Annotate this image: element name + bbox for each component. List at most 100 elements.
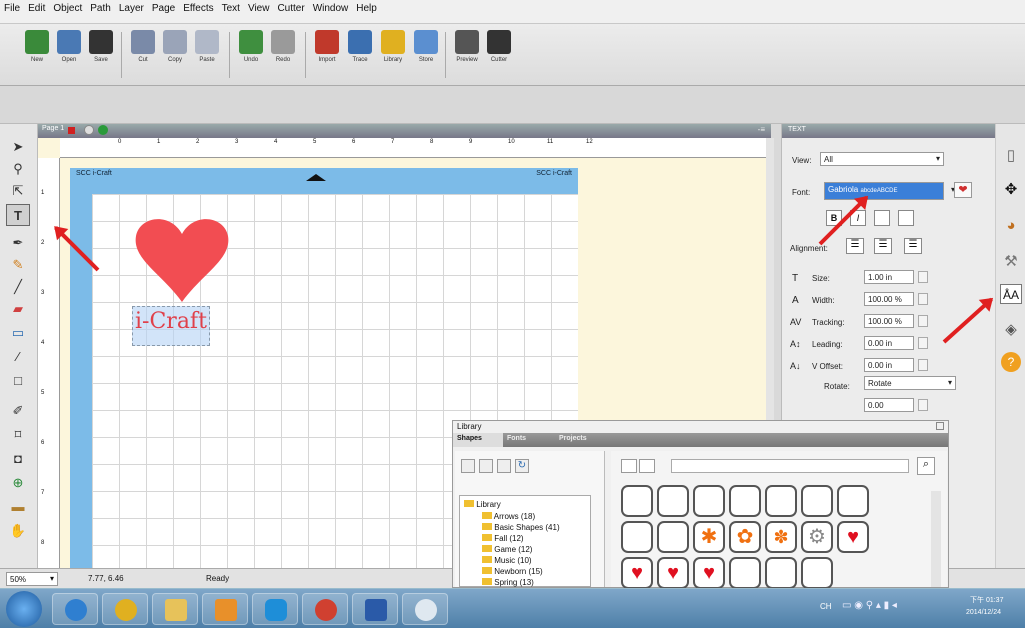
pen-tool-icon[interactable]: ✒ bbox=[6, 232, 30, 254]
select-tool-icon[interactable]: ➤ bbox=[6, 136, 30, 158]
library-search-input[interactable] bbox=[671, 459, 909, 473]
shape-heart-4[interactable]: ♥ bbox=[693, 557, 725, 589]
eyedropper-icon[interactable]: ⁄ bbox=[6, 346, 30, 368]
shape-diamond[interactable] bbox=[621, 521, 653, 553]
shape-arc[interactable] bbox=[621, 485, 653, 517]
shape-gear[interactable]: ⚙ bbox=[801, 521, 833, 553]
shape-lips[interactable] bbox=[729, 557, 761, 589]
weld-tool-icon[interactable]: ◘ bbox=[6, 448, 30, 470]
page-panel-icon[interactable]: ▯ bbox=[1001, 146, 1021, 166]
move-panel-icon[interactable]: ✥ bbox=[1001, 180, 1021, 200]
redo-button[interactable]: Redo bbox=[266, 30, 300, 82]
clock-date[interactable]: 2014/12/24 bbox=[966, 609, 1001, 616]
taskbar-chrome[interactable] bbox=[102, 593, 148, 625]
tree-item-basic-shapes[interactable]: Basic Shapes (41) bbox=[482, 523, 560, 532]
size-stepper[interactable] bbox=[918, 271, 928, 283]
menu-cutter[interactable]: Cutter bbox=[273, 0, 308, 14]
search-icon[interactable]: ⌕ bbox=[917, 457, 935, 475]
menu-file[interactable]: File bbox=[0, 0, 24, 14]
shape-flower-orange[interactable]: ✱ bbox=[693, 521, 725, 553]
size-input[interactable]: 1.00 in bbox=[864, 270, 914, 284]
menu-window[interactable]: Window bbox=[309, 0, 353, 14]
taskbar-outlook[interactable] bbox=[202, 593, 248, 625]
tree-item-newborn[interactable]: Newborn (15) bbox=[482, 567, 543, 576]
shape-heart-3[interactable]: ♥ bbox=[657, 557, 689, 589]
preview-button[interactable]: Preview bbox=[450, 30, 484, 82]
close-icon[interactable] bbox=[936, 422, 944, 430]
tracking-input[interactable]: 100.00 % bbox=[864, 314, 914, 328]
panel-menu-icon[interactable]: -≡ bbox=[758, 125, 765, 134]
tracking-stepper[interactable] bbox=[918, 315, 928, 327]
brush-tool-icon[interactable]: ╱ bbox=[6, 276, 30, 298]
library-button[interactable]: Library bbox=[376, 30, 410, 82]
grid-view-icon[interactable] bbox=[639, 459, 655, 473]
direct-select-icon[interactable]: ⇱ bbox=[6, 180, 30, 202]
tree-item-music[interactable]: Music (10) bbox=[482, 556, 532, 565]
view-select[interactable]: All ▾ bbox=[820, 152, 944, 166]
tree-item-spring[interactable]: Spring (13) bbox=[482, 578, 534, 587]
clock-time[interactable]: 下午 01:37 bbox=[970, 595, 1003, 605]
new-button[interactable]: New bbox=[20, 30, 54, 82]
menu-path[interactable]: Path bbox=[86, 0, 115, 14]
taskbar-word[interactable] bbox=[352, 593, 398, 625]
tab-fonts[interactable]: Fonts bbox=[507, 435, 526, 442]
text-option-button[interactable] bbox=[898, 210, 914, 226]
delete-icon[interactable] bbox=[479, 459, 493, 473]
text-effect-button[interactable] bbox=[874, 210, 890, 226]
shape-diamond-outline[interactable] bbox=[657, 521, 689, 553]
taskbar-app[interactable] bbox=[402, 593, 448, 625]
add-page-icon[interactable] bbox=[98, 125, 108, 135]
close-page-icon[interactable] bbox=[84, 125, 94, 135]
import-icon[interactable] bbox=[497, 459, 511, 473]
open-button[interactable]: Open bbox=[52, 30, 86, 82]
shape-badge[interactable] bbox=[693, 485, 725, 517]
heart-shape[interactable] bbox=[132, 214, 232, 304]
menu-page[interactable]: Page bbox=[148, 0, 179, 14]
help-icon[interactable]: ? bbox=[1001, 352, 1021, 372]
pencil-tool-icon[interactable]: ✎ bbox=[6, 254, 30, 276]
language-indicator[interactable]: CH bbox=[820, 602, 832, 611]
menu-view[interactable]: View bbox=[244, 0, 274, 14]
voffset-input[interactable]: 0.00 in bbox=[864, 358, 914, 372]
shape-star-diamond[interactable] bbox=[837, 485, 869, 517]
shape-heart-2[interactable]: ♥ bbox=[621, 557, 653, 589]
wrench-icon[interactable]: ⚒ bbox=[1001, 252, 1021, 272]
tree-item-game[interactable]: Game (12) bbox=[482, 545, 532, 554]
menu-text[interactable]: Text bbox=[218, 0, 244, 14]
shape-heart[interactable]: ♥ bbox=[837, 521, 869, 553]
cut-button[interactable]: Cut bbox=[126, 30, 160, 82]
tree-item-library[interactable]: Library bbox=[464, 500, 501, 509]
list-view-icon[interactable] bbox=[621, 459, 637, 473]
width-input[interactable]: 100.00 % bbox=[864, 292, 914, 306]
node-tool-icon[interactable]: ⚲ bbox=[6, 158, 30, 180]
measure-tool-icon[interactable]: ▬ bbox=[6, 496, 30, 518]
rotate-select[interactable]: Rotate ▾ bbox=[864, 376, 956, 390]
shape-grid-scrollbar[interactable] bbox=[931, 491, 941, 587]
shape-rounded-rect[interactable] bbox=[801, 485, 833, 517]
new-folder-icon[interactable] bbox=[461, 459, 475, 473]
align-left-icon[interactable]: ☰ bbox=[846, 238, 864, 254]
font-select[interactable]: Gabriola abcdeABCDE ▾ bbox=[824, 182, 955, 200]
copy-button[interactable]: Copy bbox=[158, 30, 192, 82]
shape-cross[interactable] bbox=[765, 485, 797, 517]
menu-help[interactable]: Help bbox=[352, 0, 381, 14]
paste-button[interactable]: Paste bbox=[190, 30, 224, 82]
tree-item-arrows[interactable]: Arrows (18) bbox=[482, 512, 535, 521]
menu-effects[interactable]: Effects bbox=[179, 0, 217, 14]
align-right-icon[interactable]: ☰ bbox=[904, 238, 922, 254]
shape-oval-2[interactable] bbox=[801, 557, 833, 589]
import-button[interactable]: Import bbox=[310, 30, 344, 82]
rectangle-tool-icon[interactable]: □ bbox=[6, 370, 30, 392]
fill-tool-icon[interactable]: ▭ bbox=[6, 322, 30, 344]
menu-layer[interactable]: Layer bbox=[115, 0, 148, 14]
width-stepper[interactable] bbox=[918, 293, 928, 305]
save-button[interactable]: Save bbox=[84, 30, 118, 82]
canvas-text-icraft[interactable]: i-Craft bbox=[135, 309, 207, 334]
leading-input[interactable]: 0.00 in bbox=[864, 336, 914, 350]
tab-projects[interactable]: Projects bbox=[559, 435, 587, 442]
text-tool-icon[interactable]: T bbox=[6, 204, 30, 226]
tree-item-fall[interactable]: Fall (12) bbox=[482, 534, 524, 543]
taskbar-explorer[interactable] bbox=[152, 593, 198, 625]
shape-flower[interactable]: ✿ bbox=[729, 521, 761, 553]
hand-tool-icon[interactable]: ✋ bbox=[6, 520, 30, 542]
